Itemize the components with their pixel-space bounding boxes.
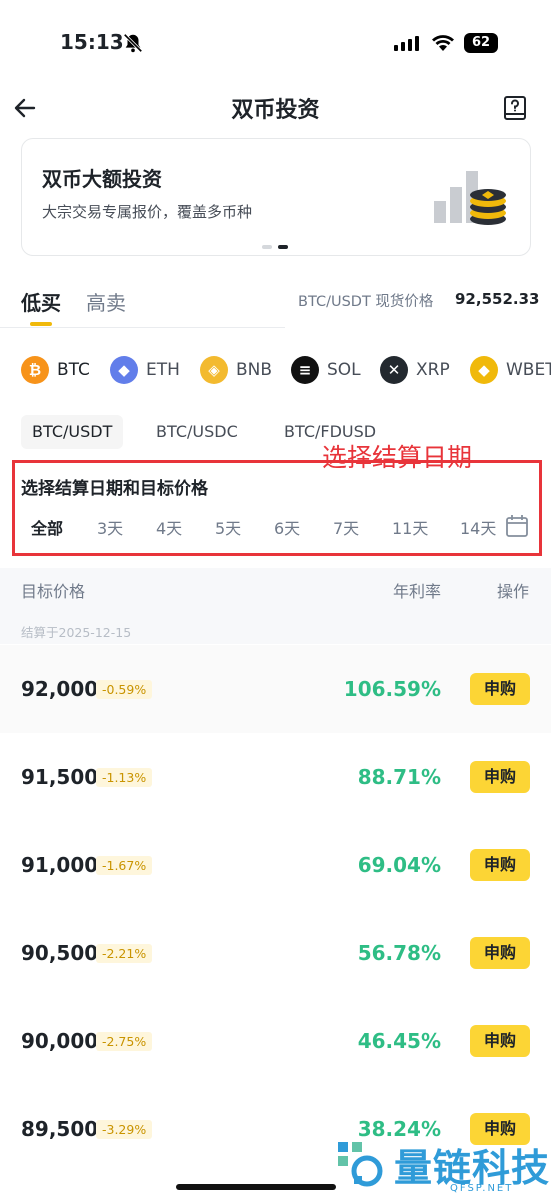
subscribe-button[interactable]: 申购 xyxy=(470,761,530,793)
xrp-icon: ✕ xyxy=(380,356,408,384)
day-filter-14[interactable]: 14天 xyxy=(460,515,496,539)
target-price: 91,000 xyxy=(21,853,99,877)
target-price: 90,000 xyxy=(21,1029,99,1053)
price-diff-badge: -2.75% xyxy=(96,1032,153,1051)
coin-label: XRP xyxy=(416,360,450,380)
subscribe-button[interactable]: 申购 xyxy=(470,1025,530,1057)
target-price: 89,500 xyxy=(21,1117,99,1141)
signal-icon xyxy=(394,36,419,51)
solana-icon: ≡ xyxy=(291,356,319,384)
col-target-price: 目标价格 xyxy=(21,582,86,601)
apr-value: 88.71% xyxy=(357,765,441,789)
watermark-url: QFSP.NET xyxy=(450,1183,514,1194)
price-diff-badge: -1.13% xyxy=(96,768,153,787)
apr-value: 69.04% xyxy=(357,853,441,877)
annotation-label: 选择结算日期 xyxy=(322,443,473,472)
coin-label: BNB xyxy=(236,360,273,380)
coin-btc[interactable]: ₿ BTC xyxy=(21,355,90,385)
banner-subtitle: 大宗交易专属报价，覆盖多币种 xyxy=(42,203,253,221)
day-filter-3[interactable]: 3天 xyxy=(97,515,123,539)
carousel-dots xyxy=(262,245,288,249)
price-diff-badge: -0.59% xyxy=(96,680,153,699)
ethereum-icon: ◆ xyxy=(110,356,138,384)
price-diff-badge: -1.67% xyxy=(96,856,153,875)
wbet-icon: ◆ xyxy=(470,356,498,384)
table-row[interactable]: 90,500 -2.21% 56.78% 申购 xyxy=(0,909,551,997)
subscribe-button[interactable]: 申购 xyxy=(470,937,530,969)
bitcoin-icon: ₿ xyxy=(21,356,49,384)
promo-banner[interactable]: 双币大额投资 大宗交易专属报价，覆盖多币种 xyxy=(21,138,531,256)
coin-eth[interactable]: ◆ ETH xyxy=(110,355,180,385)
col-apr[interactable]: 年利率 xyxy=(393,578,441,602)
subscribe-button[interactable]: 申购 xyxy=(470,673,530,705)
coin-xrp[interactable]: ✕ XRP xyxy=(380,355,450,385)
coin-label: BTC xyxy=(57,360,90,380)
pair-btc-usdc[interactable]: BTC/USDC xyxy=(145,415,249,449)
calendar-icon[interactable] xyxy=(504,513,530,539)
tab-sell-high[interactable]: 高卖 xyxy=(86,287,126,316)
day-filter-5[interactable]: 5天 xyxy=(215,515,241,539)
table-row[interactable]: 92,000 -0.59% 106.59% 申购 xyxy=(0,645,551,733)
guide-book-icon[interactable] xyxy=(502,95,528,121)
coin-label: SOL xyxy=(327,360,361,380)
tab-buy-low[interactable]: 低买 xyxy=(21,287,61,316)
target-price: 91,500 xyxy=(21,765,99,789)
home-indicator[interactable] xyxy=(176,1184,336,1190)
coin-stack-icon xyxy=(434,171,506,225)
bnb-icon: ◈ xyxy=(200,356,228,384)
coin-label: WBET xyxy=(506,360,551,380)
day-filter-7[interactable]: 7天 xyxy=(333,515,359,539)
muted-bell-icon xyxy=(123,33,143,53)
wifi-icon xyxy=(432,35,454,51)
target-price: 90,500 xyxy=(21,941,99,965)
date-section-title: 选择结算日期和目标价格 xyxy=(21,479,208,499)
apr-value: 106.59% xyxy=(343,677,441,701)
settlement-date: 结算于2025-12-15 xyxy=(21,625,132,640)
col-action: 操作 xyxy=(497,582,530,601)
apr-value: 56.78% xyxy=(357,941,441,965)
page-title: 双币投资 xyxy=(231,98,320,123)
battery-indicator: 62 xyxy=(464,33,498,53)
apr-value: 46.45% xyxy=(357,1029,441,1053)
divider xyxy=(0,327,285,328)
active-tab-indicator xyxy=(30,322,52,326)
spot-price-label: BTC/USDT 现货价格 xyxy=(298,294,434,310)
coin-label: ETH xyxy=(146,360,180,380)
table-row[interactable]: 91,000 -1.67% 69.04% 申购 xyxy=(0,821,551,909)
watermark-logo-icon xyxy=(338,1142,383,1187)
price-diff-badge: -3.29% xyxy=(96,1120,153,1139)
day-filter-11[interactable]: 11天 xyxy=(392,515,428,539)
coin-sol[interactable]: ≡ SOL xyxy=(291,355,361,385)
pair-btc-usdt[interactable]: BTC/USDT xyxy=(21,415,124,449)
coin-wbet[interactable]: ◆ WBET xyxy=(470,355,551,385)
day-filter-6[interactable]: 6天 xyxy=(274,515,300,539)
table-row[interactable]: 90,000 -2.75% 46.45% 申购 xyxy=(0,997,551,1085)
day-filter-all[interactable]: 全部 xyxy=(31,515,63,539)
coin-bnb[interactable]: ◈ BNB xyxy=(200,355,272,385)
table-row[interactable]: 91,500 -1.13% 88.71% 申购 xyxy=(0,733,551,821)
subscribe-button[interactable]: 申购 xyxy=(470,849,530,881)
banner-title: 双币大额投资 xyxy=(42,167,162,191)
status-time: 15:13 xyxy=(60,30,124,54)
day-filter-4[interactable]: 4天 xyxy=(156,515,182,539)
price-diff-badge: -2.21% xyxy=(96,944,153,963)
target-price: 92,000 xyxy=(21,677,99,701)
spot-price-value: 92,552.33 xyxy=(455,290,540,308)
